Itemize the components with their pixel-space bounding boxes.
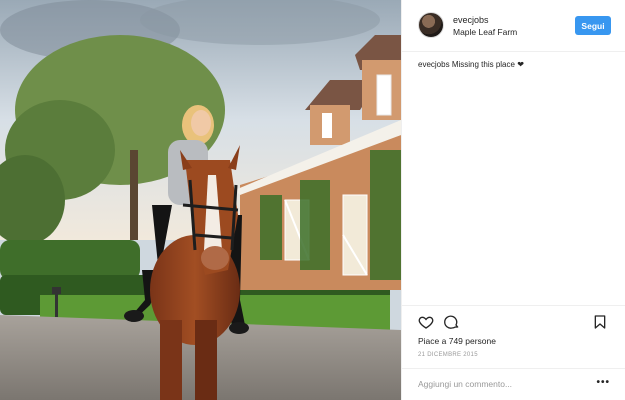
avatar[interactable] bbox=[418, 12, 444, 38]
comment-bar: Aggiungi un commento... ••• bbox=[402, 368, 625, 400]
header-location[interactable]: Maple Leaf Farm bbox=[453, 27, 517, 37]
post-caption: evecjobs Missing this place ❤ bbox=[418, 60, 524, 69]
post-photo[interactable] bbox=[0, 0, 401, 400]
more-options-icon[interactable]: ••• bbox=[596, 377, 610, 388]
post-actions bbox=[402, 305, 625, 335]
bookmark-icon[interactable] bbox=[592, 314, 608, 330]
instagram-post: evecjobs Maple Leaf Farm Segui evecjobs … bbox=[0, 0, 625, 400]
comment-icon[interactable] bbox=[444, 314, 460, 330]
heart-icon[interactable] bbox=[418, 314, 434, 330]
post-side-panel: evecjobs Maple Leaf Farm Segui evecjobs … bbox=[401, 0, 625, 400]
post-header: evecjobs Maple Leaf Farm Segui bbox=[402, 0, 625, 52]
comment-input[interactable]: Aggiungi un commento... bbox=[418, 379, 512, 389]
caption-username[interactable]: evecjobs bbox=[418, 60, 450, 69]
caption-text: Missing this place bbox=[451, 60, 515, 69]
post-date: 21 DICEMBRE 2015 bbox=[418, 352, 478, 358]
header-username[interactable]: evecjobs bbox=[453, 15, 489, 25]
follow-button[interactable]: Segui bbox=[575, 16, 611, 35]
heart-emoji-icon: ❤ bbox=[517, 60, 524, 69]
likes-count[interactable]: Piace a 749 persone bbox=[418, 336, 496, 346]
photo-illustration bbox=[0, 0, 401, 400]
